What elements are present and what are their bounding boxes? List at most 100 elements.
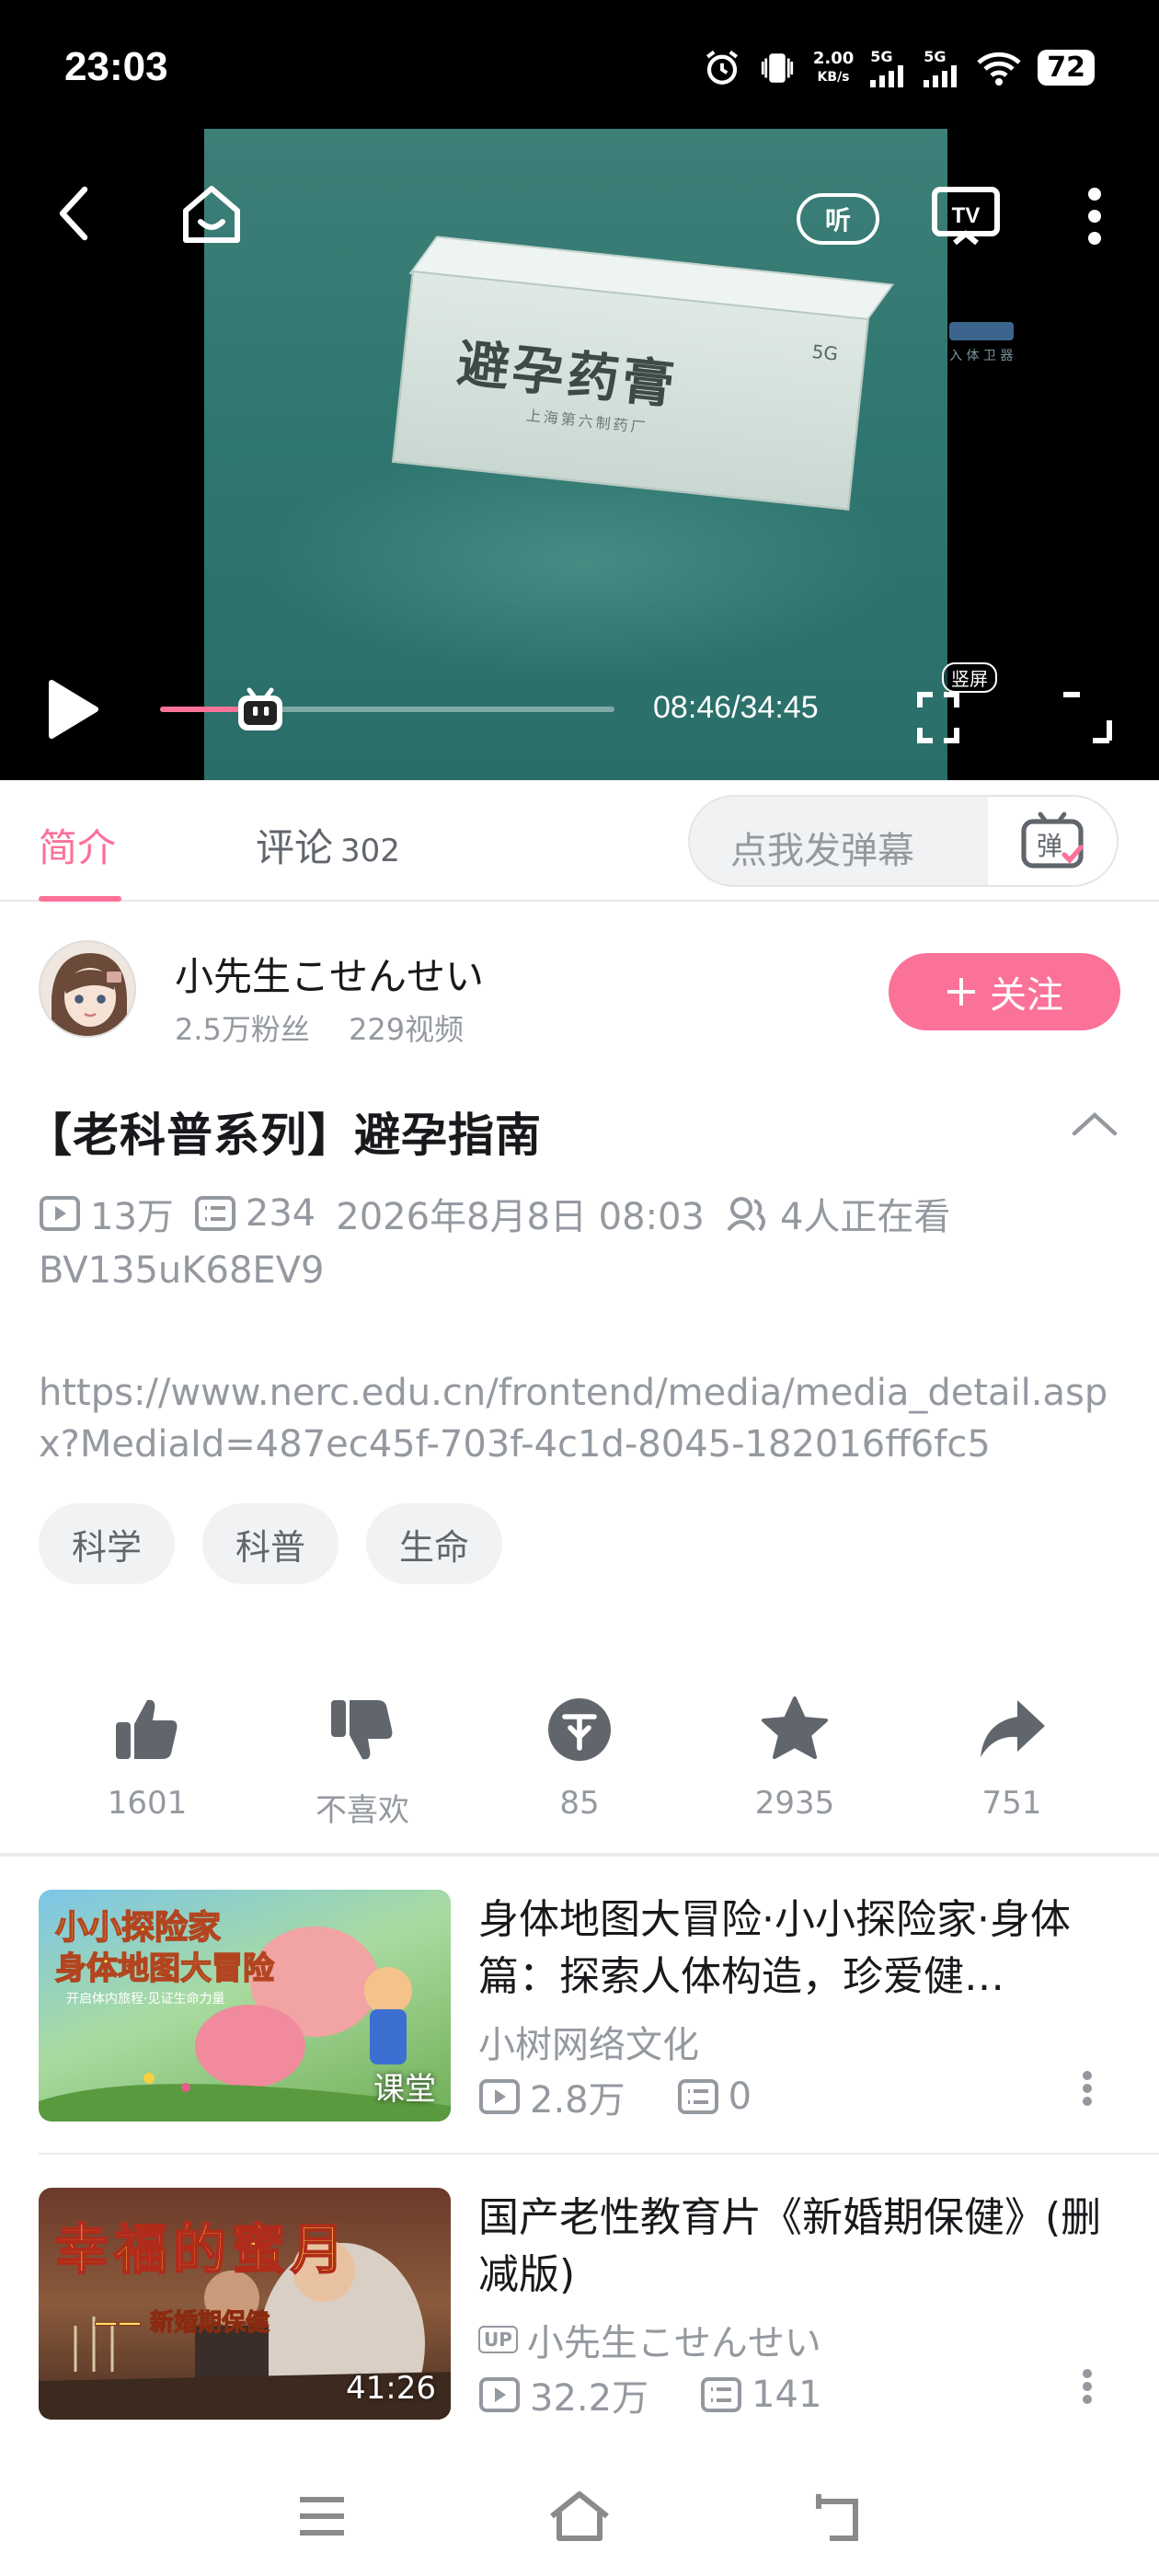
nav-menu-button[interactable] xyxy=(285,2484,359,2548)
play-icon xyxy=(49,680,98,739)
more-menu-button[interactable] xyxy=(1076,184,1113,248)
dislike-button[interactable]: 不喜欢 xyxy=(289,1684,436,1830)
home-icon xyxy=(183,186,240,243)
net-speed-unit: KB/s xyxy=(817,69,850,85)
video-title: 【老科普系列】避孕指南 xyxy=(26,1109,542,1162)
tab-intro[interactable]: 简介 xyxy=(39,817,116,873)
thumbs-down-icon xyxy=(331,1700,393,1760)
player-controls: 08:46/34:45 竖屏 xyxy=(0,662,1159,754)
thumbnail-title-2: —— 新婚期保健 xyxy=(93,2309,270,2338)
danmaku-placeholder: 点我发弹幕 xyxy=(730,830,914,872)
related-thumbnail[interactable]: 小小探险家 身体地图大冒险 开启体内旅程·见证生命力量 课堂 xyxy=(39,1890,451,2122)
share-button[interactable]: 751 xyxy=(938,1684,1085,1822)
danmaku-count-icon xyxy=(194,1196,235,1231)
listen-button[interactable]: 听 xyxy=(797,193,879,245)
vertical-screen-button[interactable] xyxy=(911,690,966,745)
cast-tv-button[interactable]: TV xyxy=(929,184,1003,248)
status-icons: 2.00 KB/s 5G 5G 72 xyxy=(703,48,1095,87)
back-arrow-icon xyxy=(59,186,88,241)
related-thumbnail[interactable]: 幸福的蜜月 —— 新婚期保健 41:26 xyxy=(39,2188,451,2420)
content-tabs: 简介 评论 302 点我发弹幕 弹 xyxy=(0,780,1159,902)
listen-label: 听 xyxy=(824,205,851,236)
action-bar: 1601 不喜欢 85 2935 751 xyxy=(0,1684,1159,1849)
danmaku-input[interactable]: 点我发弹幕 弹 xyxy=(688,795,1119,887)
video-player[interactable]: 避孕药膏 5G 上海第六制药厂 入 体 卫 器 23:03 2.00 KB/s … xyxy=(0,0,1159,780)
battery-indicator: 72 xyxy=(1038,50,1095,86)
watermark-text: 入 体 卫 器 xyxy=(949,349,1014,363)
back-button[interactable] xyxy=(46,186,101,241)
like-count: 1601 xyxy=(107,1785,188,1822)
thumbnail-title-3: 开启体内旅程·见证生命力量 xyxy=(66,1992,225,2007)
related-danmaku: 0 xyxy=(728,2076,752,2118)
related-title[interactable]: 身体地图大冒险·小小探险家·身体篇：探索人体构造，珍爱健… xyxy=(478,1892,1122,2006)
avatar[interactable] xyxy=(39,940,136,1038)
play-button[interactable] xyxy=(40,677,105,742)
nav-home-button[interactable] xyxy=(543,2484,616,2548)
related-author[interactable]: UP 小先生こせんせい xyxy=(478,2313,821,2366)
plus-icon xyxy=(947,978,975,1006)
danmaku-count-value: 234 xyxy=(245,1192,316,1235)
video-meta: 13万 234 2026年8月8日 08:03 4人正在看 xyxy=(39,1187,970,1240)
tag-chip[interactable]: 科学 xyxy=(39,1503,176,1584)
favorite-button[interactable]: 2935 xyxy=(721,1684,868,1822)
danmaku-count-icon xyxy=(677,2079,718,2114)
coin-count: 85 xyxy=(559,1785,600,1822)
share-arrow-icon xyxy=(981,1700,1045,1757)
related-views: 2.8万 xyxy=(530,2079,625,2122)
vertical-screen-label: 竖屏 xyxy=(942,662,997,693)
progress-bar[interactable] xyxy=(160,687,614,730)
tag-chip[interactable]: 科普 xyxy=(202,1503,339,1584)
watching-now-text: 4人正在看 xyxy=(779,1196,951,1238)
coin-icon xyxy=(548,1698,611,1761)
home-outline-icon xyxy=(550,2491,609,2541)
publish-date: 2026年8月8日 08:03 xyxy=(336,1196,705,1238)
share-count: 751 xyxy=(981,1785,1042,1822)
more-vertical-icon xyxy=(1088,188,1101,245)
collapse-description-button[interactable] xyxy=(1071,1110,1119,1141)
comment-count: 302 xyxy=(340,833,400,869)
related-video-item[interactable]: 小小探险家 身体地图大冒险 开启体内旅程·见证生命力量 课堂 身体地图大冒险·小… xyxy=(0,1882,1159,2131)
signal-icon xyxy=(924,65,958,87)
time-readout: 08:46/34:45 xyxy=(653,690,819,725)
related-more-button[interactable] xyxy=(1082,2070,1093,2110)
video-watermark: 入 体 卫 器 xyxy=(949,322,1087,377)
uploader-name[interactable]: 小先生こせんせい xyxy=(175,946,484,1002)
play-count-icon xyxy=(479,2377,520,2412)
wifi-icon xyxy=(977,52,1021,86)
fullscreen-button[interactable] xyxy=(1054,690,1119,745)
thumbnail-title-1: 小小探险家 xyxy=(54,1908,222,1948)
player-top-toolbar: 听 TV xyxy=(0,175,1159,258)
status-bar: 23:03 2.00 KB/s 5G 5G 72 xyxy=(0,0,1159,138)
like-button[interactable]: 1601 xyxy=(74,1684,221,1822)
related-stats: 2.8万 0 xyxy=(478,2070,752,2123)
home-button[interactable] xyxy=(175,182,248,247)
related-views: 32.2万 xyxy=(530,2377,649,2420)
signal-1: 5G xyxy=(870,48,907,87)
tag-chip[interactable]: 生命 xyxy=(366,1503,503,1584)
follow-button[interactable]: 关注 xyxy=(889,953,1120,1030)
alarm-icon xyxy=(706,50,738,85)
danmaku-icon-text: 弹 xyxy=(1037,831,1062,861)
tv-label: TV xyxy=(952,203,981,228)
related-title[interactable]: 国产老性教育片《新婚期保健》(删减版) xyxy=(478,2190,1122,2304)
danmaku-settings-button[interactable]: 弹 xyxy=(988,797,1117,885)
box-weight: 5G xyxy=(810,339,840,365)
follow-label: 关注 xyxy=(990,974,1063,1017)
view-count-value: 13万 xyxy=(90,1196,174,1238)
progress-thumb[interactable] xyxy=(233,681,288,736)
related-video-item[interactable]: 幸福的蜜月 —— 新婚期保健 41:26 国产老性教育片《新婚期保健》(删减版)… xyxy=(0,2180,1159,2429)
video-description[interactable]: https://www.nerc.edu.cn/frontend/media/m… xyxy=(39,1367,1142,1470)
danmaku-count-icon xyxy=(701,2377,742,2412)
video-content-box: 避孕药膏 5G 上海第六制药厂 xyxy=(389,234,894,539)
net-type-2: 5G xyxy=(924,48,947,65)
related-author[interactable]: 小树网络文化 xyxy=(478,2015,699,2068)
section-divider xyxy=(0,1853,1159,1857)
related-danmaku: 141 xyxy=(752,2374,822,2416)
related-stats: 32.2万 141 xyxy=(478,2368,821,2421)
fullscreen-icon xyxy=(1063,692,1112,743)
nav-back-button[interactable] xyxy=(800,2484,874,2548)
related-more-button[interactable] xyxy=(1082,2368,1093,2409)
coin-button[interactable]: 85 xyxy=(506,1684,653,1822)
chevron-up-icon xyxy=(1072,1112,1118,1136)
tab-comments[interactable]: 评论 302 xyxy=(256,817,400,873)
